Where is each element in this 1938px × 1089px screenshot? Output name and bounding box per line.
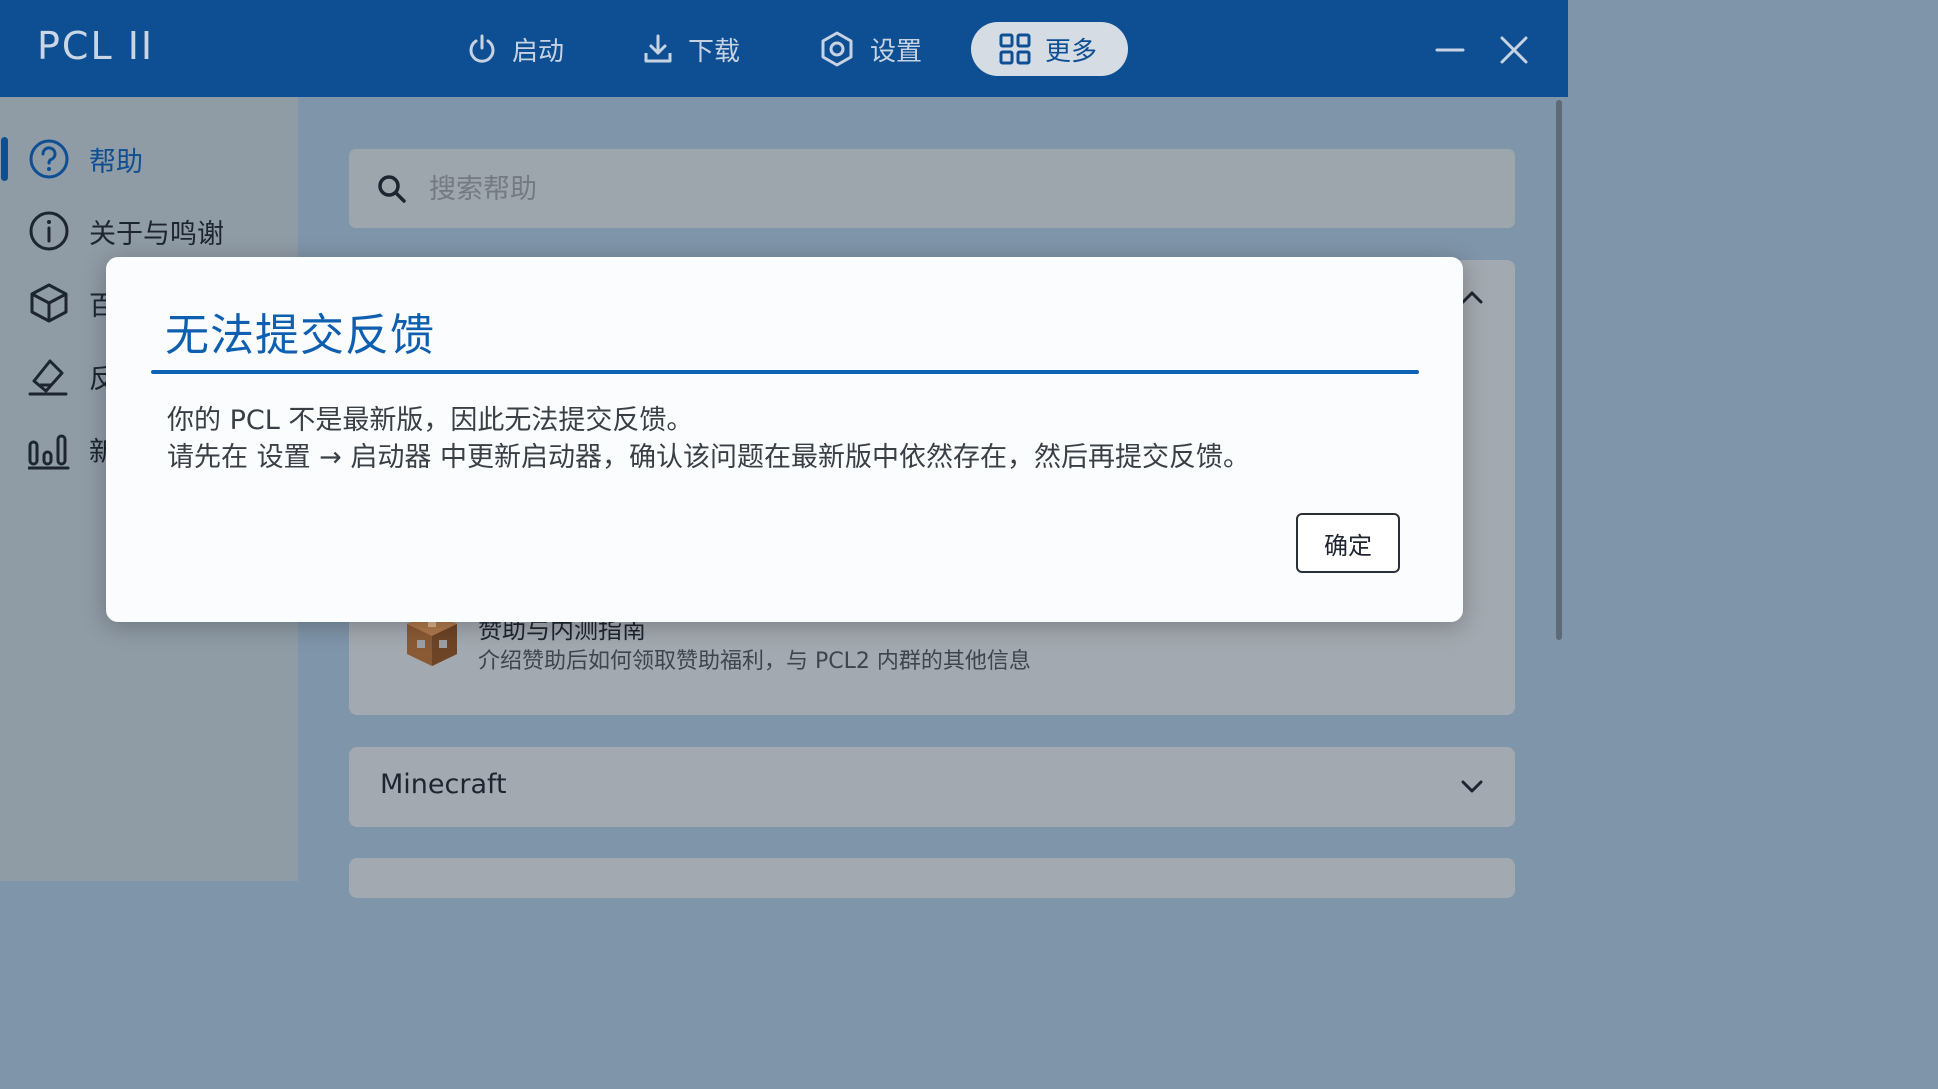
- minimize-button[interactable]: [1430, 30, 1470, 70]
- dialog-message-line: 请先在 设置 → 启动器 中更新启动器，确认该问题在最新版中依然存在，然后再提交…: [167, 442, 1250, 473]
- minecraft-section-card[interactable]: Minecraft: [349, 747, 1515, 827]
- power-icon: [469, 34, 495, 63]
- info-circle-icon: [29, 211, 69, 251]
- ok-button[interactable]: 确定: [1296, 513, 1400, 573]
- nav-launch-label: 启动: [512, 36, 565, 67]
- box-icon: [30, 283, 68, 323]
- error-dialog: 无法提交反馈 你的 PCL 不是最新版，因此无法提交反馈。 请先在 设置 → 启…: [106, 257, 1463, 622]
- dialog-message: 你的 PCL 不是最新版，因此无法提交反馈。 请先在 设置 → 启动器 中更新启…: [167, 402, 1250, 476]
- nav-download-button[interactable]: 下载: [642, 22, 740, 76]
- search-box[interactable]: [349, 149, 1515, 228]
- search-input[interactable]: [427, 167, 1481, 211]
- search-icon: [378, 175, 406, 203]
- feedback-icon: [28, 359, 68, 396]
- sidebar-item-label: 帮助: [89, 146, 143, 178]
- gear-icon: [821, 31, 853, 67]
- download-icon: [644, 34, 672, 63]
- sidebar-item-help[interactable]: 帮助: [0, 129, 298, 189]
- nav-more-label: 更多: [1045, 36, 1098, 67]
- section-title: Minecraft: [380, 769, 507, 800]
- minimize-icon: [1435, 48, 1465, 52]
- close-button[interactable]: [1494, 30, 1534, 70]
- section-card: [349, 858, 1515, 898]
- title-bar: PCL II 启动 下载 设置 更多: [0, 0, 1568, 97]
- nav-download-label: 下载: [688, 36, 741, 67]
- grid-icon: [999, 33, 1031, 65]
- nav-more-button[interactable]: 更多: [971, 22, 1128, 76]
- scrollbar[interactable]: [1556, 100, 1562, 640]
- dialog-divider: [151, 370, 1419, 374]
- question-circle-icon: [29, 139, 69, 179]
- nav-launch-button[interactable]: 启动: [466, 22, 564, 76]
- bar-chart-icon: [28, 434, 70, 470]
- sidebar-item-about[interactable]: 关于与鸣谢: [0, 201, 298, 261]
- help-item-description: 介绍赞助后如何领取赞助福利，与 PCL2 内群的其他信息: [478, 649, 1031, 674]
- chevron-up-icon[interactable]: [1461, 290, 1483, 304]
- sidebar-item-label: 关于与鸣谢: [89, 218, 224, 250]
- app-title: PCL II: [37, 24, 155, 68]
- dialog-title: 无法提交反馈: [165, 310, 435, 361]
- dialog-message-line: 你的 PCL 不是最新版，因此无法提交反馈。: [167, 405, 694, 436]
- chevron-down-icon[interactable]: [1461, 780, 1483, 794]
- close-icon: [1500, 36, 1528, 64]
- nav-settings-button[interactable]: 设置: [818, 22, 922, 76]
- nav-settings-label: 设置: [870, 36, 923, 67]
